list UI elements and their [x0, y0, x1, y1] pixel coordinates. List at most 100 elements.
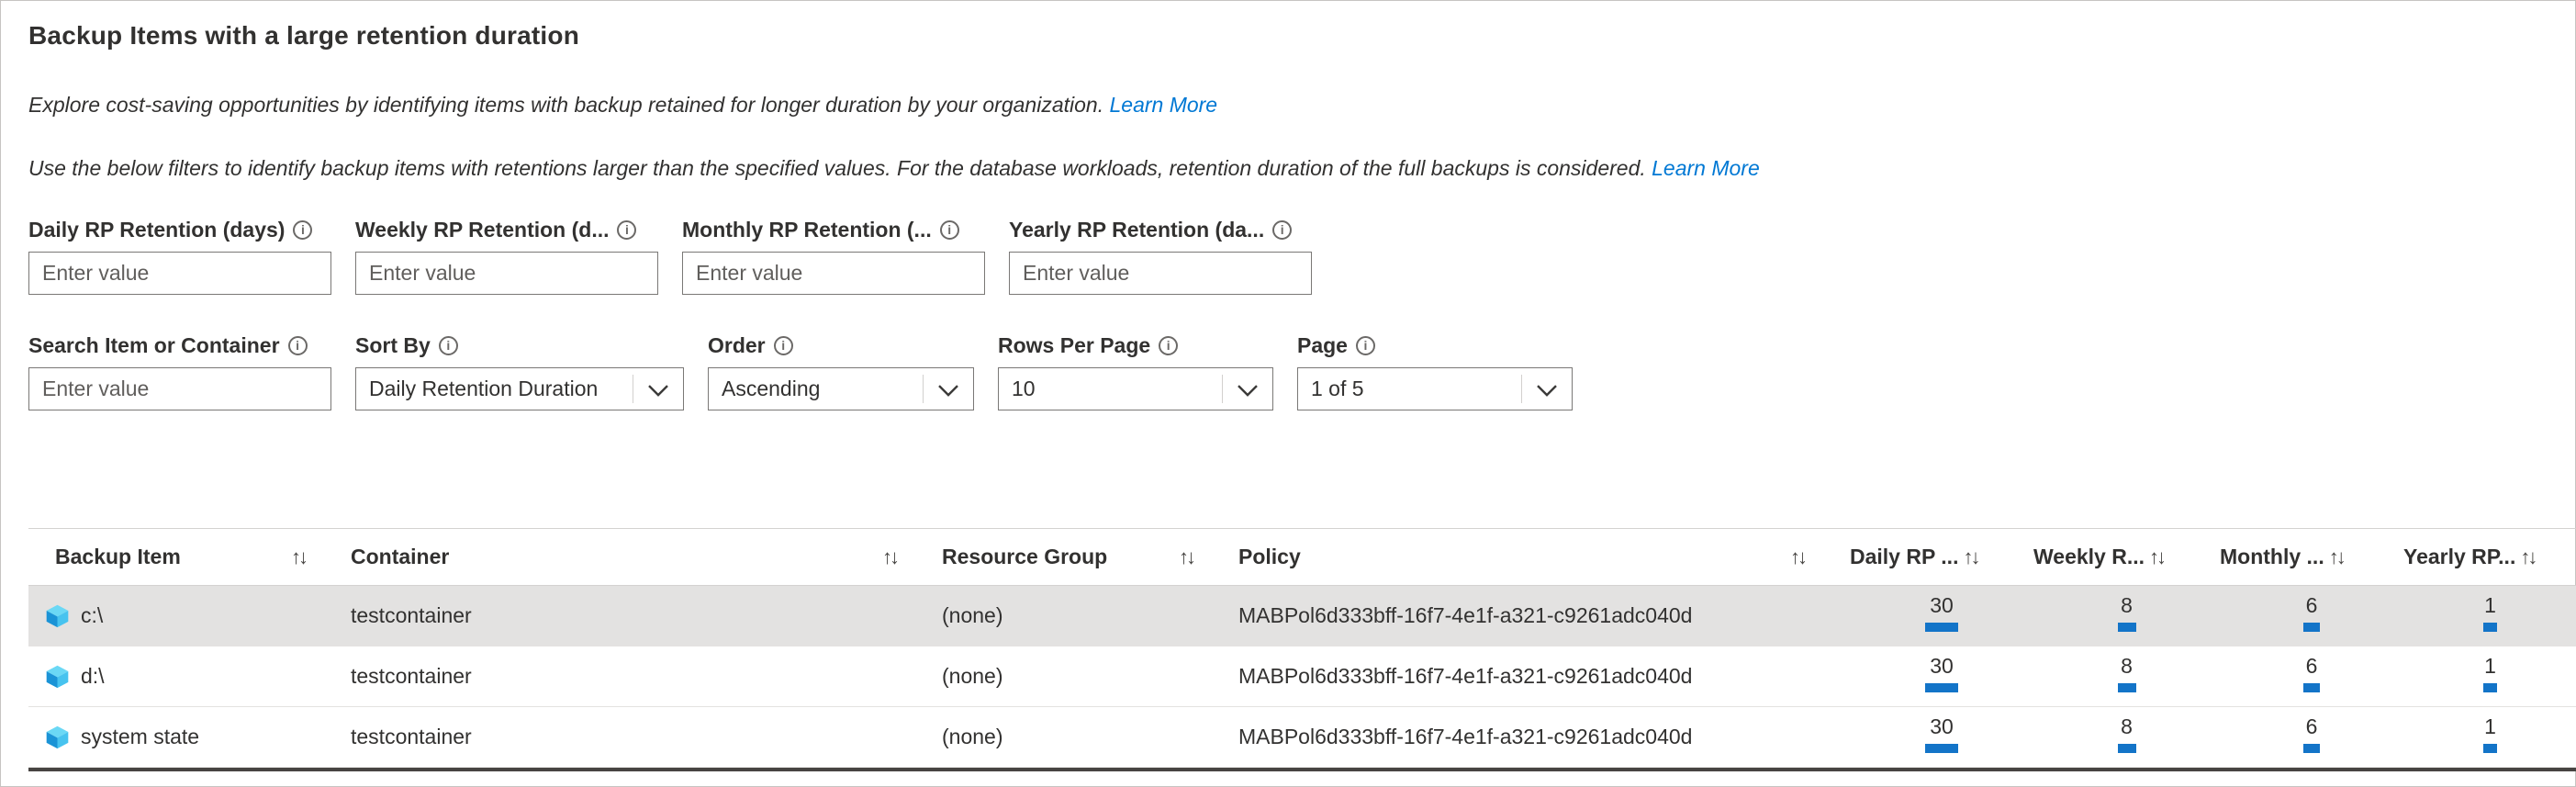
rows-per-page-label-row: Rows Per Page i [998, 332, 1273, 359]
main-content: Backup Items with a large retention dura… [1, 1, 2575, 410]
search-sort-filter-row: Search Item or Container i Sort By i Dai… [28, 332, 2575, 410]
sort-icon[interactable]: ↑↓ [1963, 545, 1980, 569]
info-icon[interactable]: i [1159, 336, 1178, 355]
table-row[interactable]: c:\ testcontainer (none) MABPol6d333bff-… [28, 586, 2576, 646]
sort-icon[interactable]: ↑↓ [882, 545, 900, 569]
column-header-monthly-rp[interactable]: Monthly ... ↑↓ [2220, 529, 2403, 585]
monthly-rp-cell: 6 [2220, 646, 2403, 706]
container-value: testcontainer [351, 725, 472, 749]
weekly-rp-retention-label-row: Weekly RP Retention (d... i [355, 216, 658, 243]
sort-icon[interactable]: ↑↓ [2149, 545, 2167, 569]
daily-rp-retention-field: Daily RP Retention (days) i [28, 216, 331, 295]
chevron-down-icon [937, 384, 959, 397]
page-field: Page i 1 of 5 [1297, 332, 1573, 410]
weekly-rp-value: 8 [2121, 714, 2133, 739]
dropdown-divider [923, 375, 924, 403]
weekly-rp-bar [2118, 683, 2136, 692]
retention-filter-row: Daily RP Retention (days) i Weekly RP Re… [28, 216, 2575, 295]
yearly-rp-retention-field: Yearly RP Retention (da... i [1009, 216, 1312, 295]
weekly-rp-value: 8 [2121, 653, 2133, 679]
order-dropdown[interactable]: Ascending [708, 367, 974, 410]
daily-rp-retention-input[interactable] [28, 252, 331, 295]
info-icon[interactable]: i [617, 220, 636, 240]
sort-by-value: Daily Retention Duration [369, 377, 598, 401]
yearly-rp-value: 1 [2484, 714, 2496, 739]
search-label-row: Search Item or Container i [28, 332, 331, 359]
column-header-policy[interactable]: Policy ↑↓ [1238, 529, 1850, 585]
table-row[interactable]: system state testcontainer (none) MABPol… [28, 707, 2576, 768]
weekly-rp-cell: 8 [2033, 586, 2220, 646]
learn-more-link-1[interactable]: Learn More [1109, 93, 1217, 117]
policy-value: MABPol6d333bff-16f7-4e1f-a321-c9261adc04… [1238, 725, 1692, 749]
yearly-rp-retention-input[interactable] [1009, 252, 1312, 295]
order-field: Order i Ascending [708, 332, 974, 410]
rows-per-page-value: 10 [1012, 377, 1036, 401]
order-label-row: Order i [708, 332, 974, 359]
monthly-rp-retention-label: Monthly RP Retention (... [682, 218, 932, 242]
column-header-container[interactable]: Container ↑↓ [351, 529, 942, 585]
sort-by-label: Sort By [355, 333, 431, 358]
yearly-rp-retention-label: Yearly RP Retention (da... [1009, 218, 1264, 242]
sort-icon[interactable]: ↑↓ [1179, 545, 1196, 569]
yearly-rp-cell: 1 [2403, 707, 2576, 767]
daily-rp-cell: 30 [1850, 586, 2033, 646]
monthly-rp-cell: 6 [2220, 586, 2403, 646]
sort-by-label-row: Sort By i [355, 332, 684, 359]
description-1: Explore cost-saving opportunities by ide… [28, 93, 2575, 118]
rows-per-page-dropdown[interactable]: 10 [998, 367, 1273, 410]
policy-cell: MABPol6d333bff-16f7-4e1f-a321-c9261adc04… [1238, 707, 1850, 767]
info-icon[interactable]: i [439, 336, 458, 355]
column-header-backup-item[interactable]: Backup Item ↑↓ [28, 529, 351, 585]
container-cell: testcontainer [351, 586, 942, 646]
search-input[interactable] [28, 367, 331, 410]
policy-value: MABPol6d333bff-16f7-4e1f-a321-c9261adc04… [1238, 664, 1692, 689]
page-dropdown[interactable]: 1 of 5 [1297, 367, 1573, 410]
backup-item-icon [45, 725, 70, 749]
learn-more-link-2[interactable]: Learn More [1652, 156, 1760, 180]
resource-group-value: (none) [942, 725, 1002, 749]
daily-rp-value: 30 [1930, 714, 1954, 739]
rows-per-page-field: Rows Per Page i 10 [998, 332, 1273, 410]
yearly-rp-value: 1 [2484, 592, 2496, 618]
sort-icon[interactable]: ↑↓ [2520, 545, 2537, 569]
column-header-weekly-rp[interactable]: Weekly R... ↑↓ [2033, 529, 2220, 585]
column-label: Daily RP ... [1850, 545, 1958, 569]
daily-rp-bar [1925, 683, 1958, 692]
monthly-rp-value: 6 [2306, 714, 2318, 739]
monthly-rp-bar [2303, 683, 2320, 692]
column-label: Weekly R... [2033, 545, 2145, 569]
weekly-rp-value: 8 [2121, 592, 2133, 618]
daily-rp-bar [1925, 623, 1958, 632]
resource-group-value: (none) [942, 664, 1002, 689]
yearly-rp-bar [2483, 683, 2497, 692]
sort-by-dropdown[interactable]: Daily Retention Duration [355, 367, 684, 410]
yearly-rp-retention-label-row: Yearly RP Retention (da... i [1009, 216, 1312, 243]
info-icon[interactable]: i [288, 336, 308, 355]
sort-icon[interactable]: ↑↓ [1790, 545, 1808, 569]
table-row[interactable]: d:\ testcontainer (none) MABPol6d333bff-… [28, 646, 2576, 707]
daily-rp-retention-label-row: Daily RP Retention (days) i [28, 216, 331, 243]
monthly-rp-retention-input[interactable] [682, 252, 985, 295]
page-label-row: Page i [1297, 332, 1573, 359]
policy-value: MABPol6d333bff-16f7-4e1f-a321-c9261adc04… [1238, 603, 1692, 628]
info-icon[interactable]: i [940, 220, 959, 240]
order-value: Ascending [722, 377, 820, 401]
chevron-down-icon [1237, 384, 1259, 397]
daily-rp-bar [1925, 744, 1958, 753]
weekly-rp-retention-label: Weekly RP Retention (d... [355, 218, 609, 242]
sort-icon[interactable]: ↑↓ [291, 545, 308, 569]
yearly-rp-cell: 1 [2403, 586, 2576, 646]
page-title: Backup Items with a large retention dura… [28, 21, 2575, 51]
column-header-daily-rp[interactable]: Daily RP ... ↑↓ [1850, 529, 2033, 585]
info-icon[interactable]: i [293, 220, 312, 240]
page-label: Page [1297, 333, 1348, 358]
container-cell: testcontainer [351, 707, 942, 767]
sort-icon[interactable]: ↑↓ [2329, 545, 2346, 569]
info-icon[interactable]: i [1272, 220, 1292, 240]
column-header-resource-group[interactable]: Resource Group ↑↓ [942, 529, 1238, 585]
info-icon[interactable]: i [774, 336, 793, 355]
info-icon[interactable]: i [1356, 336, 1375, 355]
weekly-rp-retention-input[interactable] [355, 252, 658, 295]
monthly-rp-bar [2303, 623, 2320, 632]
column-header-yearly-rp[interactable]: Yearly RP... ↑↓ [2403, 529, 2576, 585]
